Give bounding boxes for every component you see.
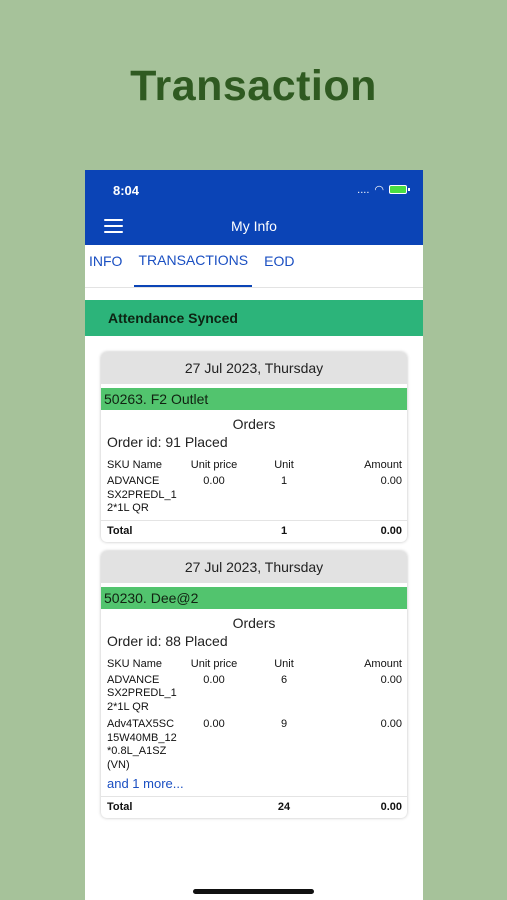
attendance-synced-banner: Attendance Synced (85, 300, 423, 336)
tab-bar: INFO TRANSACTIONS EOD (85, 245, 423, 288)
order-id: Order id: 91 Placed (107, 434, 228, 450)
card-date: 27 Jul 2023, Thursday (101, 352, 407, 384)
table-row: ADVANCE SX2PREDL_1 2*1L QR 0.00 6 0.00 (101, 674, 407, 719)
total-row: Total 24 0.00 (101, 796, 407, 818)
card-date: 27 Jul 2023, Thursday (101, 550, 407, 583)
sku-name: ADVANCE SX2PREDL_1 2*1L QR (107, 475, 177, 514)
col-sku: SKU Name (107, 459, 163, 471)
outlet-name: 50230. Dee@2 (101, 586, 407, 609)
col-amount: Amount (364, 657, 402, 670)
total-row: Total 1 0.00 (101, 519, 407, 542)
orders-label: Orders (232, 614, 276, 631)
and-more-link[interactable]: and 1 more... (101, 776, 407, 791)
status-icons: .... ◠ (357, 183, 410, 196)
orders-label: Orders (232, 416, 276, 432)
total-amount: 0.00 (319, 796, 407, 818)
app-header: 8:04 .... ◠ My Info (85, 170, 423, 245)
phone-screen: 8:04 .... ◠ My Info INFO TRANSACTIONS EO… (85, 170, 423, 900)
col-unit: Unit (274, 657, 294, 670)
unit-count: 1 (280, 475, 288, 487)
amount: 0.00 (380, 673, 402, 686)
sku-name: ADVANCE SX2PREDL_1 2*1L QR (107, 673, 177, 713)
order-id: Order id: 88 Placed (107, 632, 228, 649)
col-price: Unit price (190, 657, 238, 670)
table-header: SKU Name Unit price Unit Amount (101, 459, 407, 475)
order-table: SKU Name Unit price Unit Amount ADVANCE … (101, 658, 407, 818)
total-amount: 0.00 (319, 519, 407, 542)
outlet-name: 50263. F2 Outlet (101, 388, 407, 410)
unit-count: 6 (280, 673, 288, 686)
tab-eod[interactable]: EOD (260, 244, 298, 287)
amount: 0.00 (380, 475, 402, 487)
col-amount: Amount (364, 459, 402, 471)
amount: 0.00 (380, 718, 402, 730)
tab-transactions[interactable]: TRANSACTIONS (134, 244, 253, 287)
table-row: Adv4TAX5SC 15W40MB_12 *0.8L_A1SZ (VN) 0.… (101, 718, 407, 776)
total-label: Total (101, 796, 179, 818)
col-sku: SKU Name (107, 657, 163, 670)
total-label: Total (101, 519, 179, 542)
total-unit: 1 (249, 519, 319, 542)
table-header: SKU Name Unit price Unit Amount (101, 658, 407, 674)
home-indicator[interactable] (193, 889, 314, 894)
tab-info[interactable]: INFO (85, 244, 126, 287)
transaction-card: 27 Jul 2023, Thursday 50263. F2 Outlet O… (101, 352, 407, 542)
unit-price: 0.00 (203, 718, 225, 730)
unit-price: 0.00 (203, 673, 225, 686)
promo-title: Transaction (130, 62, 377, 110)
sku-name: Adv4TAX5SC 15W40MB_12 *0.8L_A1SZ (VN) (107, 718, 177, 771)
col-price: Unit price (190, 459, 238, 471)
status-time: 8:04 (113, 183, 140, 198)
wifi-icon: ◠ (374, 184, 384, 196)
page-title: My Info (231, 218, 277, 234)
order-table: SKU Name Unit price Unit Amount ADVANCE … (101, 459, 407, 542)
signal-icon: .... (357, 183, 370, 196)
total-unit: 24 (249, 796, 319, 818)
col-unit: Unit (274, 459, 294, 471)
unit-count: 9 (280, 718, 288, 730)
battery-charging-icon (389, 185, 410, 194)
transaction-card: 27 Jul 2023, Thursday 50230. Dee@2 Order… (101, 550, 407, 818)
table-row: ADVANCE SX2PREDL_1 2*1L QR 0.00 1 0.00 (101, 475, 407, 520)
unit-price: 0.00 (203, 475, 225, 487)
